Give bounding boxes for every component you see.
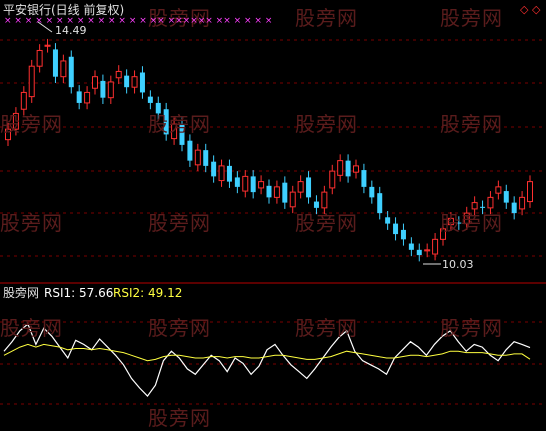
- candle-body[interactable]: [218, 165, 225, 182]
- candle-body[interactable]: [60, 60, 67, 78]
- watermark: 股旁网: [148, 316, 211, 340]
- watermark: 股旁网: [295, 6, 358, 30]
- watermark: 股旁网: [440, 6, 503, 30]
- candle-body[interactable]: [416, 249, 422, 256]
- rsi2-line[interactable]: [3, 343, 531, 362]
- candle-body[interactable]: [68, 56, 74, 88]
- candle-body[interactable]: [100, 80, 106, 98]
- watermark: 股旁网: [148, 112, 211, 136]
- watermark: 股旁网: [440, 211, 503, 235]
- candle-body[interactable]: [203, 150, 209, 166]
- candle-body[interactable]: [321, 191, 328, 209]
- candle-body[interactable]: [495, 186, 502, 194]
- candle-body[interactable]: [139, 72, 145, 93]
- candle-body[interactable]: [194, 149, 201, 166]
- candle-body[interactable]: [44, 44, 51, 47]
- candle-body[interactable]: [258, 181, 265, 189]
- candle-body[interactable]: [20, 91, 27, 110]
- low-price-label: 10.03: [442, 258, 474, 271]
- candle-body[interactable]: [408, 243, 414, 250]
- signal-marker-row: × × × × × × × × × × × × × × ×× ×××××× ××…: [4, 16, 273, 26]
- watermark: 股旁网: [0, 316, 63, 340]
- candle-body[interactable]: [28, 65, 35, 98]
- candle-body[interactable]: [329, 170, 336, 189]
- candle-body[interactable]: [147, 96, 153, 103]
- candle-body[interactable]: [187, 140, 193, 161]
- high-price-label: 14.49: [55, 24, 87, 37]
- candle-body[interactable]: [424, 249, 431, 252]
- stock-title: 平安银行(日线 前复权): [3, 3, 125, 17]
- candle-body[interactable]: [297, 181, 304, 193]
- candle-body[interactable]: [393, 223, 399, 235]
- diamond-icon[interactable]: ◇ ◇: [520, 3, 540, 17]
- candle-body[interactable]: [361, 170, 367, 187]
- candle-body[interactable]: [52, 49, 58, 77]
- candle-body[interactable]: [503, 191, 509, 203]
- candle-body[interactable]: [250, 176, 256, 193]
- candle-body[interactable]: [511, 202, 517, 214]
- candle-body[interactable]: [266, 185, 272, 198]
- watermark: 股旁网: [0, 112, 63, 136]
- candle-body[interactable]: [306, 177, 312, 198]
- candle-body[interactable]: [377, 193, 383, 214]
- candle-body[interactable]: [282, 182, 288, 203]
- watermark: 股旁网: [440, 112, 503, 136]
- watermark: 股旁网: [295, 211, 358, 235]
- watermark: 股旁网: [295, 316, 358, 340]
- candle-body[interactable]: [131, 76, 138, 88]
- candle-body[interactable]: [36, 49, 43, 67]
- candle-body[interactable]: [115, 70, 122, 79]
- candle-body[interactable]: [400, 229, 406, 240]
- stock-chart-window: 股旁网 股旁网 股旁网 股旁网 股旁网 股旁网 股旁网 股旁网 股旁网 股旁网 …: [0, 0, 546, 430]
- candle-body[interactable]: [385, 217, 391, 224]
- candle-body[interactable]: [124, 75, 130, 88]
- candle-body[interactable]: [84, 91, 91, 104]
- watermark: 股旁网: [148, 211, 211, 235]
- candle-body[interactable]: [226, 165, 232, 182]
- watermark: 股旁网: [148, 406, 211, 430]
- candle-body[interactable]: [273, 186, 280, 198]
- candle-body[interactable]: [432, 238, 439, 255]
- candle-body[interactable]: [369, 186, 375, 198]
- candle-body[interactable]: [107, 81, 114, 99]
- candle-body[interactable]: [289, 191, 296, 208]
- candle-body[interactable]: [519, 196, 526, 210]
- candle-body[interactable]: [211, 161, 217, 177]
- candle-body[interactable]: [337, 160, 344, 176]
- indicator-name[interactable]: 股旁网: [3, 286, 39, 300]
- rsi1-label: RSI1: 57.66: [44, 286, 114, 300]
- watermark: 股旁网: [440, 316, 503, 340]
- candle-body[interactable]: [92, 76, 98, 89]
- candle-body[interactable]: [345, 160, 351, 177]
- watermark: 股旁网: [0, 211, 63, 235]
- candle-body[interactable]: [76, 91, 82, 103]
- watermark: 股旁网: [295, 112, 358, 136]
- candle-body[interactable]: [353, 165, 359, 173]
- candle-body[interactable]: [242, 175, 249, 192]
- candle-body[interactable]: [234, 177, 240, 187]
- rsi2-label: RSI2: 49.12: [113, 286, 183, 300]
- candle-body[interactable]: [527, 181, 533, 203]
